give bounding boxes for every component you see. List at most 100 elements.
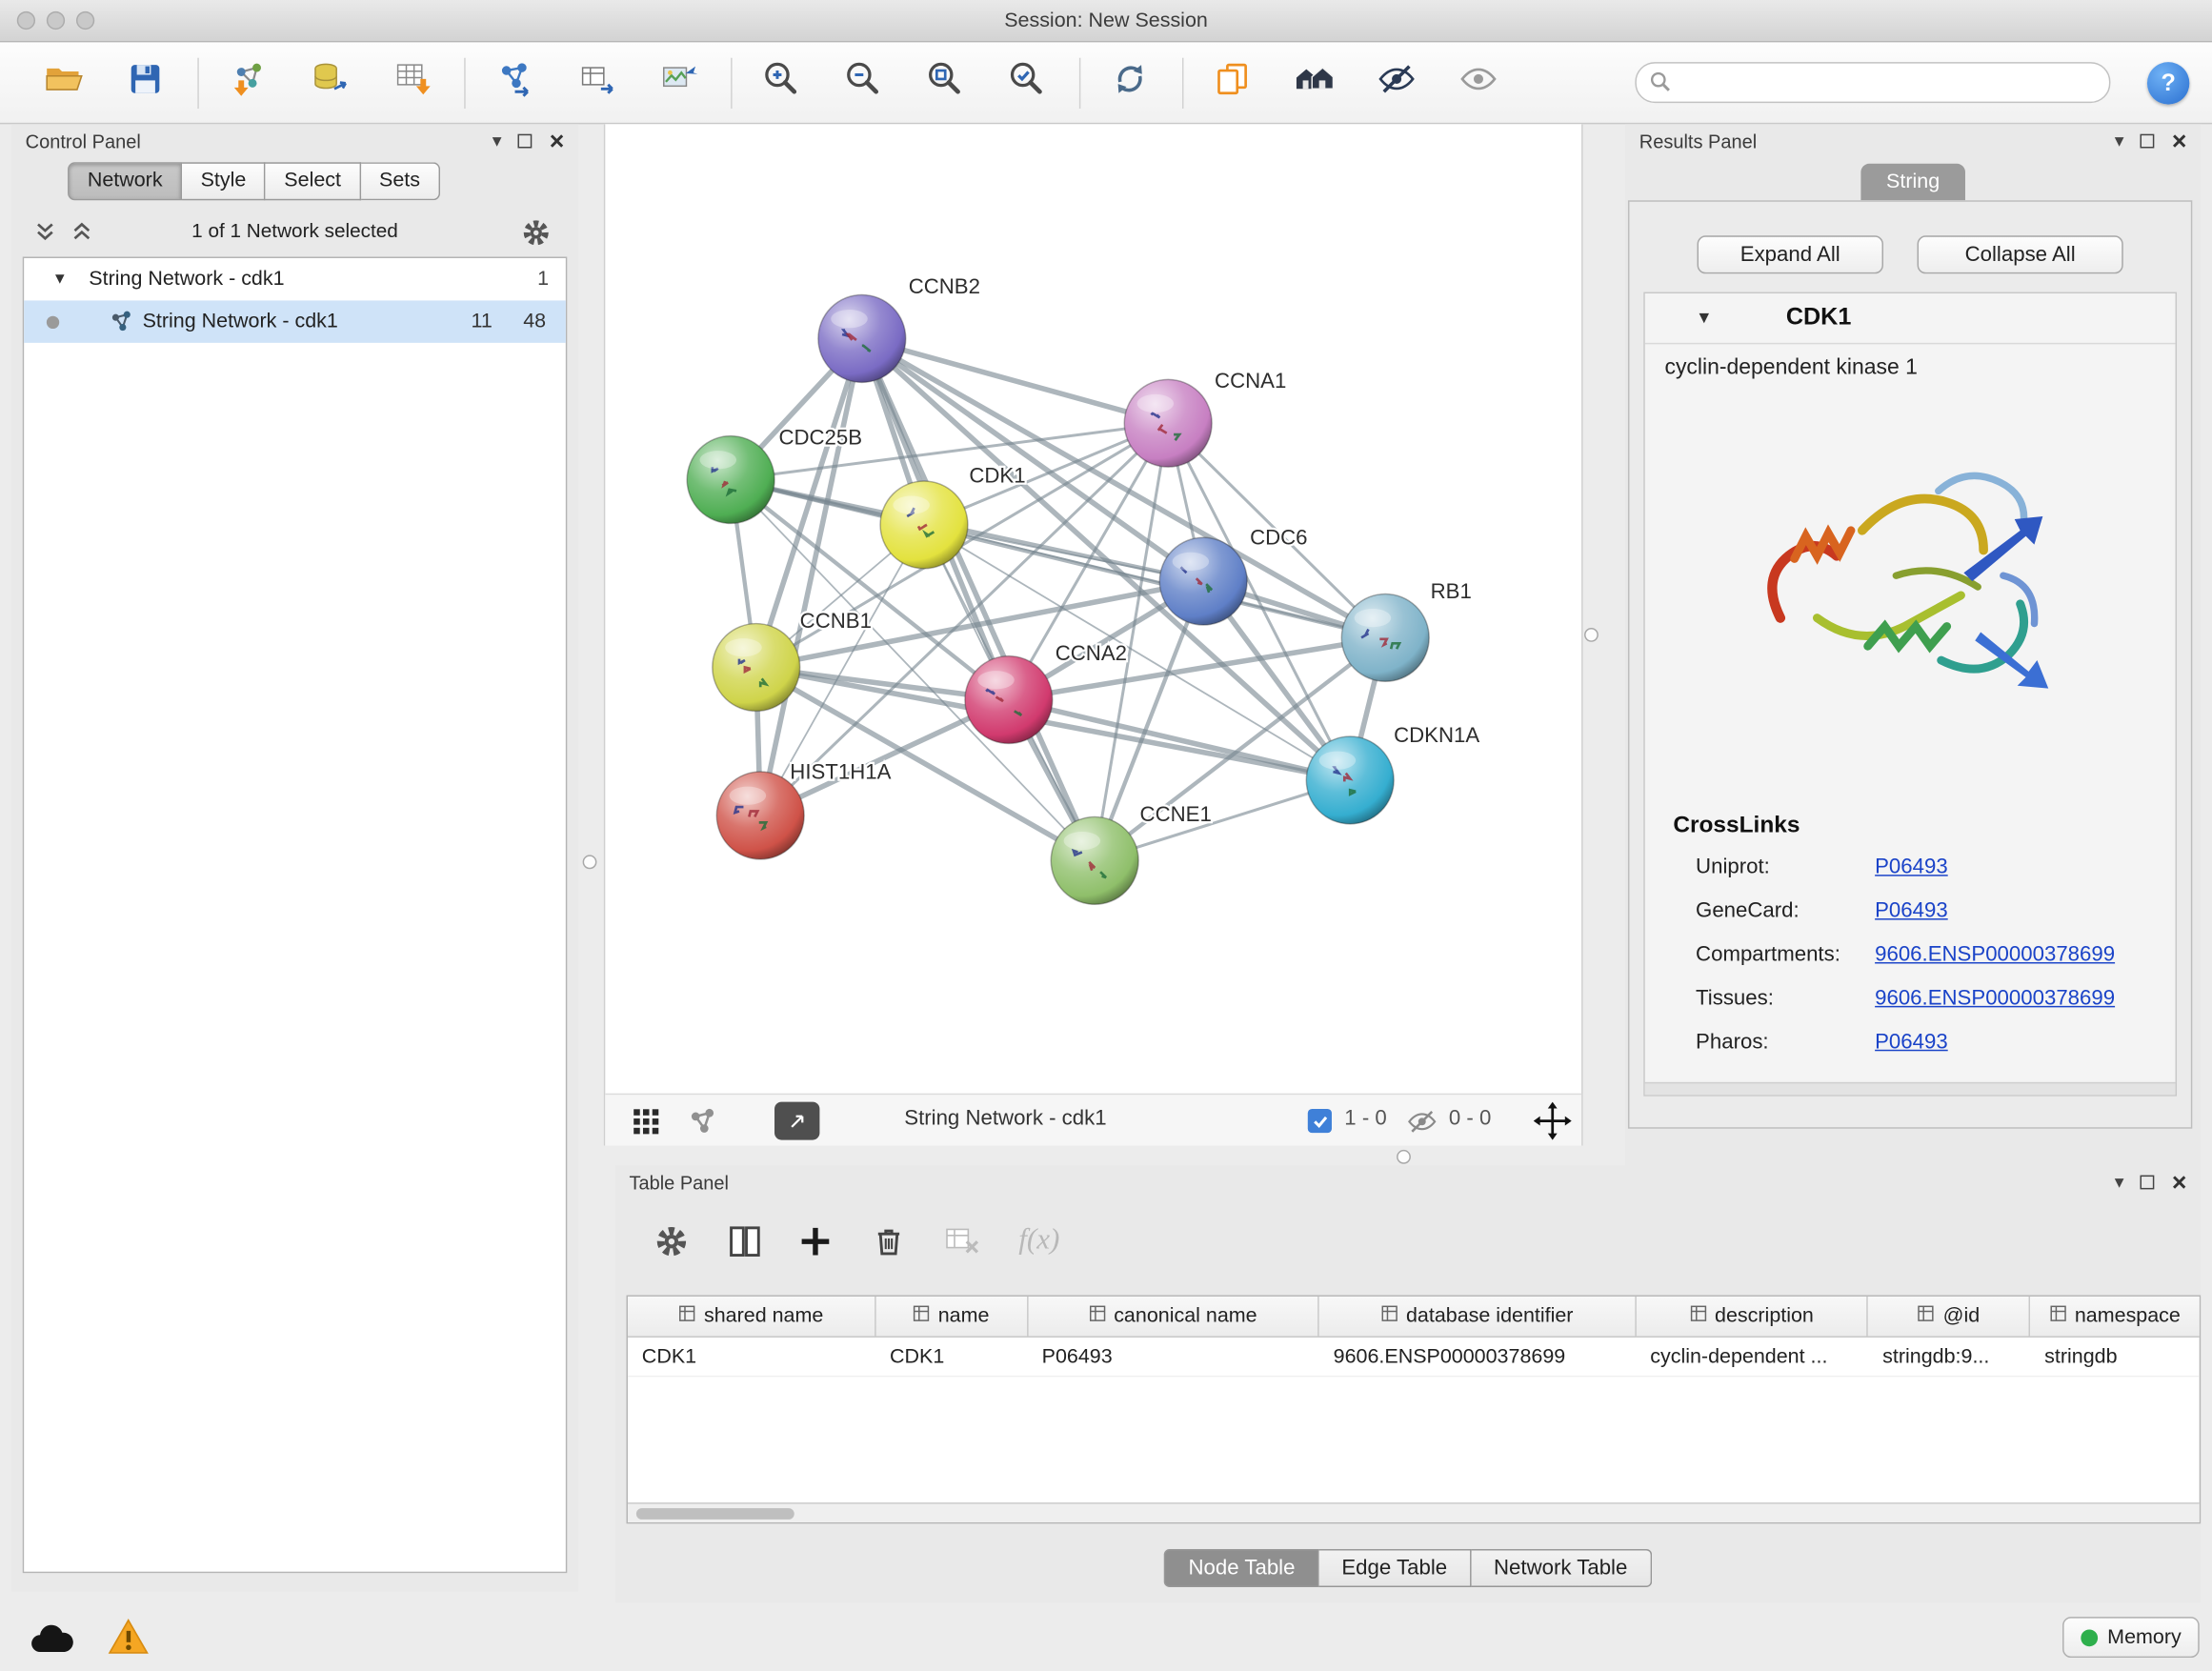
network-canvas[interactable]: CCNB2CCNA1CDC25BCDK1CDC6RB1CCNB1CCNA2CDK… — [605, 124, 1584, 1093]
string-home-button[interactable] — [1282, 51, 1347, 113]
crosslink-tissues[interactable]: 9606.ENSP00000378699 — [1875, 986, 2115, 1010]
tab-node-table[interactable]: Node Table — [1164, 1549, 1318, 1587]
network-node-CCNA2[interactable] — [965, 656, 1053, 744]
zoom-out-button[interactable] — [831, 51, 895, 113]
column-header[interactable]: name — [875, 1297, 1028, 1336]
tab-network-table[interactable]: Network Table — [1471, 1549, 1651, 1587]
birds-eye-grid-icon[interactable] — [631, 1106, 662, 1144]
crosslink-label: GeneCard: — [1696, 898, 1800, 922]
network-edge[interactable] — [862, 338, 1095, 860]
export-image-icon — [659, 59, 698, 106]
network-node-CDC25B[interactable] — [687, 436, 774, 524]
crosslink-genecard[interactable]: P06493 — [1875, 898, 1948, 922]
network-node-CDK1[interactable] — [880, 481, 968, 569]
table-row[interactable]: CDK1 CDK1 P06493 9606.ENSP00000378699 cy… — [628, 1338, 2200, 1377]
column-header[interactable]: canonical name — [1028, 1297, 1319, 1336]
tree-collapse-arrow-icon[interactable]: ▼ — [52, 271, 68, 288]
panel-resize-handle[interactable] — [583, 855, 597, 869]
function-builder-button[interactable]: f(x) — [1018, 1221, 1059, 1257]
panel-close-icon[interactable]: × — [2172, 129, 2187, 154]
scrollbar-thumb[interactable] — [636, 1508, 794, 1520]
network-row-selected[interactable]: String Network - cdk1 11 48 — [24, 300, 566, 342]
network-node-label: CDKN1A — [1394, 723, 1479, 747]
selected-checkbox-icon[interactable] — [1308, 1109, 1332, 1133]
network-node-CCNE1[interactable] — [1051, 816, 1138, 904]
warning-icon[interactable] — [108, 1617, 150, 1663]
plus-icon — [795, 1243, 835, 1267]
panel-menu-icon[interactable]: ▾ — [2115, 130, 2124, 152]
network-node-CDKN1A[interactable] — [1306, 736, 1394, 824]
save-session-button[interactable] — [112, 51, 177, 113]
delete-table-button[interactable] — [942, 1221, 981, 1268]
panel-close-icon[interactable]: × — [2172, 1170, 2187, 1196]
network-node-HIST1H1A[interactable] — [716, 772, 804, 859]
hidden-eye-slash-icon[interactable] — [1406, 1106, 1438, 1144]
apply-layout-button[interactable] — [1097, 51, 1162, 113]
open-in-new-window-button[interactable] — [774, 1102, 819, 1140]
column-header[interactable]: description — [1636, 1297, 1868, 1336]
show-details-button[interactable] — [1446, 51, 1511, 113]
gear-icon[interactable] — [519, 216, 553, 257]
copy-button[interactable] — [1200, 51, 1265, 113]
crosslink-pharos[interactable]: P06493 — [1875, 1030, 1948, 1054]
zoom-in-button[interactable] — [749, 51, 814, 113]
network-node-CDC6[interactable] — [1159, 537, 1247, 625]
zoom-selected-button[interactable] — [995, 51, 1059, 113]
column-header[interactable]: @id — [1868, 1297, 2030, 1336]
gene-collapse-arrow-icon[interactable]: ▼ — [1696, 308, 1713, 328]
create-column-button[interactable] — [795, 1221, 835, 1268]
expand-all-button[interactable]: Expand All — [1698, 235, 1883, 273]
network-node-CCNB2[interactable] — [818, 295, 906, 383]
network-share-icon[interactable] — [687, 1106, 718, 1144]
zoom-out-icon — [844, 59, 883, 106]
network-collection-row[interactable]: ▼ String Network - cdk1 1 — [24, 258, 566, 300]
toolbar-separator — [1079, 57, 1080, 108]
network-node-CCNA1[interactable] — [1124, 379, 1212, 467]
tab-select[interactable]: Select — [266, 162, 361, 200]
export-table-button[interactable] — [564, 51, 629, 113]
home-houses-icon — [1294, 59, 1336, 106]
table-mode-button[interactable] — [652, 1221, 691, 1268]
panel-float-icon[interactable] — [2141, 134, 2155, 149]
zoom-fit-button[interactable] — [913, 51, 977, 113]
network-view[interactable]: CCNB2CCNA1CDC25BCDK1CDC6RB1CCNB1CCNA2CDK… — [604, 124, 1583, 1145]
help-button[interactable]: ? — [2147, 61, 2189, 103]
tab-style[interactable]: Style — [182, 162, 266, 200]
column-header[interactable]: shared name — [628, 1297, 875, 1336]
column-header[interactable]: namespace — [2030, 1297, 2199, 1336]
network-from-selection-button[interactable] — [482, 51, 547, 113]
memory-button[interactable]: Memory — [2062, 1617, 2200, 1658]
hide-details-button[interactable] — [1364, 51, 1429, 113]
panel-menu-icon[interactable]: ▾ — [493, 130, 502, 152]
show-columns-button[interactable] — [725, 1221, 764, 1268]
column-header[interactable]: database identifier — [1319, 1297, 1637, 1336]
collapse-all-button[interactable]: Collapse All — [1918, 235, 2123, 273]
panel-resize-handle[interactable] — [1397, 1150, 1411, 1164]
panel-menu-icon[interactable]: ▾ — [2115, 1171, 2124, 1194]
delete-columns-button[interactable] — [869, 1221, 908, 1268]
tab-network[interactable]: Network — [68, 162, 182, 200]
table-horizontal-scrollbar[interactable] — [628, 1502, 2200, 1522]
cloud-status-icon[interactable] — [29, 1620, 73, 1661]
tab-string[interactable]: String — [1860, 164, 1964, 201]
panel-float-icon[interactable] — [518, 134, 533, 149]
pan-crosshair-icon[interactable] — [1534, 1102, 1572, 1147]
tab-edge-table[interactable]: Edge Table — [1319, 1549, 1472, 1587]
open-session-button[interactable] — [31, 51, 96, 113]
network-node-RB1[interactable] — [1341, 594, 1429, 681]
export-image-button[interactable] — [646, 51, 711, 113]
panel-resize-handle[interactable] — [1584, 628, 1599, 642]
panel-float-icon[interactable] — [2141, 1176, 2155, 1190]
search-input[interactable] — [1635, 62, 2110, 103]
refresh-arrows-icon — [1110, 59, 1149, 106]
crosslink-compartments[interactable]: 9606.ENSP00000378699 — [1875, 942, 2115, 966]
network-node-CCNB1[interactable] — [713, 624, 800, 712]
import-network-database-button[interactable] — [297, 51, 362, 113]
import-table-button[interactable] — [379, 51, 444, 113]
panel-close-icon[interactable]: × — [550, 129, 565, 154]
horizontal-scrollbar[interactable] — [1645, 1082, 2176, 1095]
tab-sets[interactable]: Sets — [361, 162, 440, 200]
crosslink-uniprot[interactable]: P06493 — [1875, 855, 1948, 878]
network-edge[interactable] — [760, 338, 862, 815]
import-network-file-button[interactable] — [216, 51, 281, 113]
